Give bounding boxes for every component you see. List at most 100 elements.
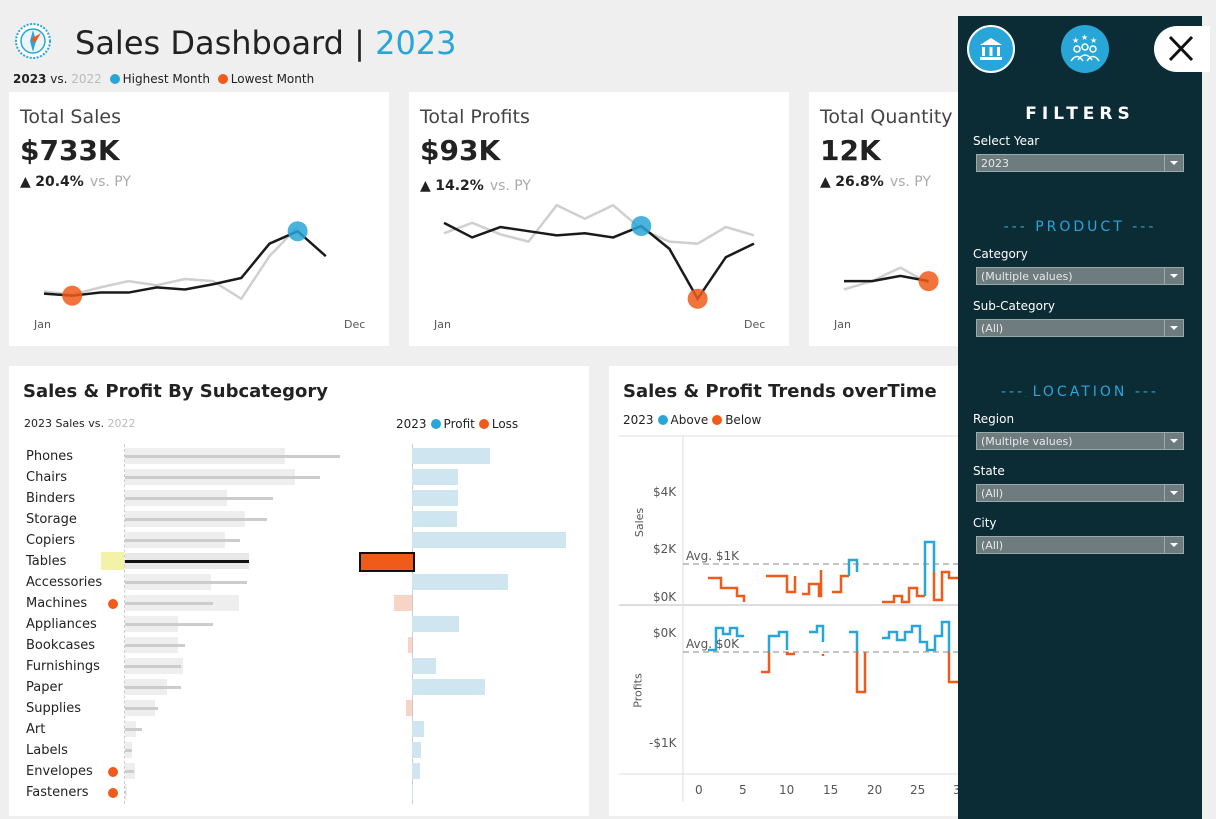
subcategory-row[interactable]: Furnishings bbox=[26, 656, 586, 677]
subcategory-row[interactable]: Art bbox=[26, 719, 586, 740]
x-tick: 5 bbox=[739, 783, 747, 797]
state-value: (All) bbox=[981, 487, 1004, 500]
subcategory-row[interactable]: Paper bbox=[26, 677, 586, 698]
subcategory-name: Bookcases bbox=[26, 638, 96, 653]
profit-bar[interactable] bbox=[412, 658, 436, 674]
sales-2022-bar bbox=[125, 623, 213, 626]
profit-bar[interactable] bbox=[412, 616, 459, 632]
subcategory-name: Chairs bbox=[26, 470, 68, 485]
subcategory-dropdown[interactable]: (All) bbox=[976, 319, 1184, 337]
subcategory-name: Art bbox=[26, 722, 46, 737]
sales-sparkline[interactable] bbox=[9, 92, 389, 346]
sales-step-below bbox=[882, 586, 925, 604]
profit-legend-year: 2023 bbox=[396, 417, 427, 431]
subcategory-row[interactable]: Chairs bbox=[26, 467, 586, 488]
selected-highlight bbox=[101, 552, 124, 570]
lowest-month-marker[interactable] bbox=[918, 271, 939, 292]
title-year: 2023 bbox=[375, 24, 457, 62]
lowest-marker-icon bbox=[108, 767, 118, 777]
subcategory-row[interactable]: Bookcases bbox=[26, 635, 586, 656]
subcategory-row[interactable]: Binders bbox=[26, 488, 586, 509]
sales-2022-bar bbox=[125, 560, 249, 563]
quantity-sparkline[interactable] bbox=[809, 92, 959, 346]
sales-2022-bar bbox=[125, 644, 185, 647]
loss-bar[interactable] bbox=[408, 637, 412, 653]
chevron-down-icon bbox=[1164, 433, 1183, 449]
profit-bar[interactable] bbox=[412, 448, 490, 464]
profit-bar[interactable] bbox=[412, 742, 421, 758]
sales-2022-bar bbox=[125, 749, 132, 752]
profit-tick: -$1K bbox=[649, 736, 677, 750]
subcategory-row[interactable]: Storage bbox=[26, 509, 586, 530]
axis-start: Jan bbox=[834, 318, 851, 331]
subcategory-row[interactable]: Machines bbox=[26, 593, 586, 614]
profit-legend-label: Profit bbox=[443, 417, 475, 431]
subcategory-row[interactable]: Labels bbox=[26, 740, 586, 761]
select-year-value: 2023 bbox=[981, 157, 1009, 170]
trends-panel: Sales & Profit Trends overTime 2023 Above… bbox=[609, 366, 969, 816]
x-tick: 25 bbox=[910, 783, 926, 797]
sales-step-above bbox=[923, 540, 936, 596]
profit-bar[interactable] bbox=[412, 469, 458, 485]
subcategory-name: Machines bbox=[26, 596, 88, 611]
close-icon bbox=[1168, 35, 1194, 62]
sales-2022-bar bbox=[125, 539, 240, 542]
x-tick: 15 bbox=[823, 783, 839, 797]
subcategory-name: Paper bbox=[26, 680, 63, 695]
kpi-card-quantity[interactable]: Total Quantity 12K ▲ 26.8% vs. PY Jan bbox=[809, 92, 959, 346]
subcategory-name: Labels bbox=[26, 743, 68, 758]
profit-step-above bbox=[767, 630, 789, 652]
highest-month-marker[interactable] bbox=[287, 221, 308, 242]
chevron-down-icon bbox=[1164, 485, 1183, 501]
subcategory-row[interactable]: Copiers bbox=[26, 530, 586, 551]
chevron-down-icon bbox=[1164, 155, 1183, 171]
loss-bar[interactable] bbox=[359, 552, 415, 572]
profit-bar[interactable] bbox=[412, 490, 458, 506]
kpi-card-sales[interactable]: Total Sales $733K ▲ 20.4% vs. PY Jan Dec bbox=[9, 92, 389, 346]
city-dropdown[interactable]: (All) bbox=[976, 536, 1184, 554]
loss-dot-icon bbox=[478, 419, 489, 429]
lowest-dot-icon bbox=[217, 74, 228, 84]
axis-start: Jan bbox=[34, 318, 51, 331]
subcategory-name: Appliances bbox=[26, 617, 97, 632]
chevron-down-icon bbox=[1164, 268, 1183, 284]
state-dropdown[interactable]: (All) bbox=[976, 484, 1184, 502]
subcategory-row[interactable]: Phones bbox=[26, 446, 586, 467]
title-separator: | bbox=[354, 24, 365, 62]
select-year-dropdown[interactable]: 2023 bbox=[976, 154, 1184, 172]
bank-button[interactable] bbox=[967, 25, 1015, 73]
x-tick: 10 bbox=[779, 783, 795, 797]
category-dropdown[interactable]: (Multiple values) bbox=[976, 267, 1184, 285]
profit-step-above bbox=[849, 630, 859, 652]
lowest-month-marker[interactable] bbox=[62, 285, 83, 306]
region-dropdown[interactable]: (Multiple values) bbox=[976, 432, 1184, 450]
customers-button[interactable]: ★ ★ ★ bbox=[1061, 25, 1109, 73]
sales-2022-bar bbox=[125, 707, 158, 710]
x-tick: 20 bbox=[867, 783, 883, 797]
close-button[interactable] bbox=[1154, 26, 1210, 72]
profit-bar[interactable] bbox=[412, 763, 420, 779]
subcategory-row[interactable]: Fasteners bbox=[26, 782, 586, 803]
profit-bar[interactable] bbox=[412, 511, 457, 527]
loss-bar[interactable] bbox=[394, 595, 412, 611]
subcategory-row[interactable]: Accessories bbox=[26, 572, 586, 593]
profit-dot-icon bbox=[430, 419, 441, 429]
subcategory-row[interactable]: Tables bbox=[26, 551, 586, 572]
profits-sparkline[interactable] bbox=[409, 92, 789, 346]
svg-text:★: ★ bbox=[1072, 36, 1079, 45]
kpi-card-profits[interactable]: Total Profits $93K ▲ 14.2% vs. PY Jan Dec bbox=[409, 92, 789, 346]
profit-bar[interactable] bbox=[412, 784, 413, 800]
subcategory-row[interactable]: Envelopes bbox=[26, 761, 586, 782]
sales-legend-current: 2023 Sales bbox=[24, 417, 85, 430]
profit-bar[interactable] bbox=[412, 679, 485, 695]
profit-bar[interactable] bbox=[412, 721, 424, 737]
profit-bar[interactable] bbox=[412, 532, 566, 548]
lowest-month-marker[interactable] bbox=[687, 288, 708, 309]
profit-step-below bbox=[855, 652, 867, 694]
subcategory-row[interactable]: Supplies bbox=[26, 698, 586, 719]
subcategory-panel: Sales & Profit By Subcategory 2023 Sales… bbox=[9, 366, 589, 816]
highest-month-marker[interactable] bbox=[631, 216, 652, 236]
profit-bar[interactable] bbox=[412, 574, 508, 590]
loss-bar[interactable] bbox=[406, 700, 412, 716]
subcategory-row[interactable]: Appliances bbox=[26, 614, 586, 635]
